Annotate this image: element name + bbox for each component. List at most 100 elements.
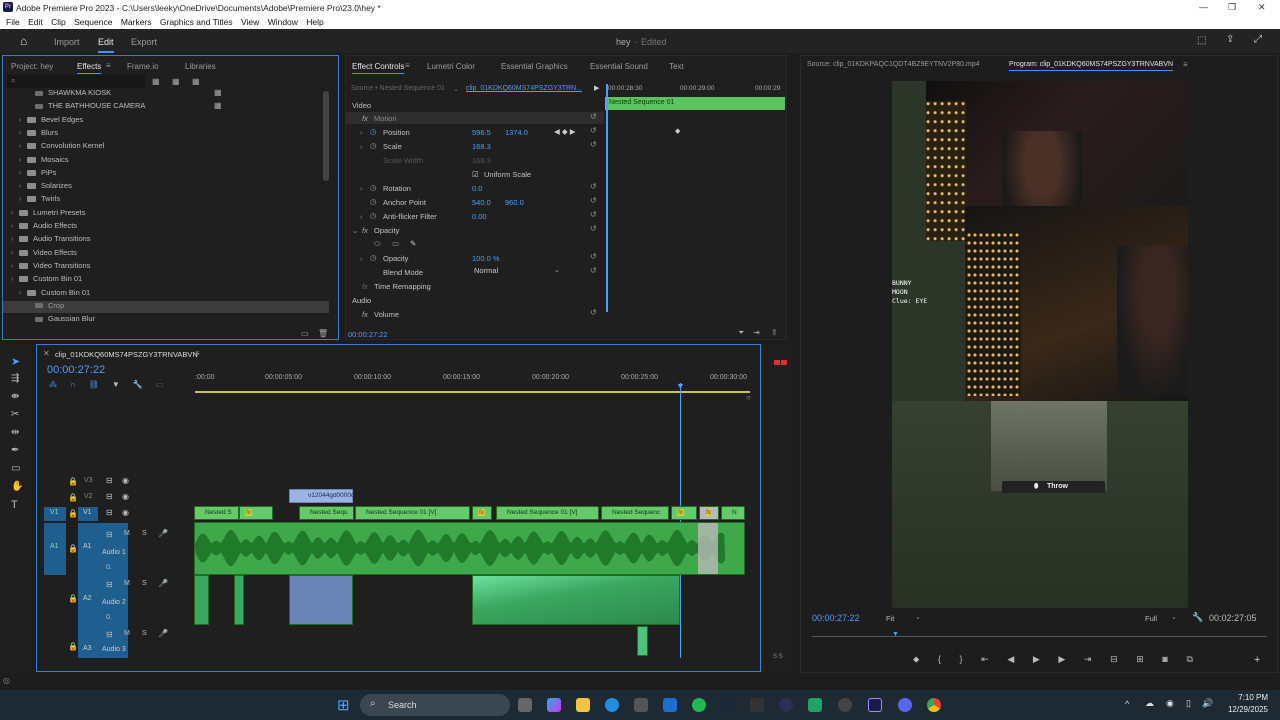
effects-scrollbar[interactable] [323, 91, 329, 181]
v1-clip[interactable]: Nested S [194, 506, 239, 520]
lock-icon[interactable]: 🔒 [68, 509, 78, 518]
excel-icon[interactable] [808, 698, 822, 712]
position-y-value[interactable]: 1374.0 [505, 128, 528, 137]
windows-start-icon[interactable]: ⊞ [337, 696, 350, 714]
mask-pen-icon[interactable]: ✎ [410, 239, 416, 248]
tab-frameio[interactable]: Frame.io [127, 62, 159, 71]
tray-app-icon[interactable]: ◉ [1166, 698, 1174, 709]
a1-clip[interactable] [194, 522, 745, 575]
filter-icon[interactable]: ⏷ [738, 328, 744, 338]
store-icon[interactable] [634, 698, 648, 712]
sync-lock-icon[interactable]: ⊟ [106, 492, 113, 501]
menu-view[interactable]: View [241, 17, 259, 27]
meter-solo-label[interactable]: S S [773, 654, 783, 660]
sync-lock-icon[interactable]: ⊟ [106, 530, 113, 539]
rotation-expand-icon[interactable]: › [360, 184, 363, 193]
program-video-frame[interactable]: BUNNY MOON Clue: EYE ⬮ Throw [892, 81, 1188, 608]
clip-selector[interactable]: clip_01KDKQ60MS74PSZGY3TRN... [466, 85, 582, 92]
tab-effects[interactable]: Effects [77, 62, 101, 71]
scale-stopwatch-icon[interactable]: ◷ [370, 141, 377, 150]
reset-icon[interactable]: ↺ [590, 308, 597, 317]
effects-tree-item[interactable]: › Lumetri Presets [3, 208, 329, 220]
quick-export-icon[interactable]: ⬚ [1197, 35, 1206, 46]
a2-clip-3[interactable] [289, 575, 353, 625]
rotation-stopwatch-icon[interactable]: ◷ [370, 183, 377, 192]
tab-text[interactable]: Text [669, 62, 684, 71]
antiflicker-value[interactable]: 0.00 [472, 212, 487, 221]
a2-clip-2[interactable] [234, 575, 244, 625]
new-bin-icon[interactable]: ▭ [301, 329, 309, 338]
hand-tool-icon[interactable]: ✋ [11, 481, 23, 492]
export-icon[interactable]: ⇪ [771, 328, 778, 337]
menu-edit[interactable]: Edit [28, 17, 43, 27]
file-explorer-icon[interactable] [576, 698, 590, 712]
tab-program[interactable]: Program: clip_01KDKQ60MS74PSZGY3TRNVABVN [1009, 61, 1173, 68]
a3-clip[interactable] [637, 626, 648, 656]
track-a2-volume[interactable]: 0. [106, 614, 112, 621]
32bit-effects-icon[interactable]: ▦ [172, 77, 180, 86]
network-icon[interactable]: ▯ [1186, 698, 1191, 709]
sequence-tab[interactable]: clip_01KDKQ60MS74PSZGY3TRNVABVN [55, 350, 198, 359]
close-icon[interactable]: ✕ [1258, 2, 1266, 13]
settings-wrench-icon[interactable]: 🔧 [133, 380, 143, 392]
mute-button[interactable]: M [124, 530, 130, 537]
outlook-icon[interactable] [663, 698, 677, 712]
close-tab-icon[interactable]: ✕ [43, 349, 50, 358]
position-stopwatch-icon[interactable]: ◷ [370, 127, 377, 136]
ec-menu-icon[interactable]: ≡ [405, 61, 410, 70]
source-selector[interactable]: Source • Nested Sequence 01 [351, 85, 445, 92]
eye-icon[interactable]: ◉ [122, 508, 129, 517]
add-marker-icon[interactable]: ⬥ [913, 654, 919, 668]
captions-icon[interactable]: ▭ [156, 380, 164, 392]
position-x-value[interactable]: 596.5 [472, 128, 491, 137]
tab-lumetri-color[interactable]: Lumetri Color [427, 62, 475, 71]
source-patch-v1[interactable]: V1 [44, 507, 66, 521]
reset-icon[interactable]: ↺ [590, 182, 597, 191]
tab-essential-graphics[interactable]: Essential Graphics [501, 62, 568, 71]
effects-tree-item[interactable]: › Custom Bin 01 [3, 274, 329, 286]
lock-icon[interactable]: 🔒 [68, 477, 78, 486]
source-dropdown-icon[interactable]: ⌄ [453, 85, 459, 93]
prev-keyframe-icon[interactable]: ◀ ◆ ▶ [554, 127, 575, 136]
v2-clip[interactable]: v12044gd0000c [289, 489, 354, 503]
mask-rect-icon[interactable]: ▭ [392, 239, 399, 248]
add-button-icon[interactable]: + [1254, 654, 1260, 666]
effects-tree-item[interactable]: Gaussian Blur [3, 314, 329, 326]
scale-value[interactable]: 168.3 [472, 142, 491, 151]
effects-tree-item[interactable]: THE BATHHOUSE CAMERA [3, 101, 329, 113]
wrench-icon[interactable]: 🔧 [1192, 612, 1203, 623]
minimize-icon[interactable]: — [1199, 2, 1208, 12]
effects-tree-item[interactable]: › PiPs [3, 168, 329, 180]
razor-tool-icon[interactable]: ✂ [11, 409, 19, 420]
ripple-edit-tool-icon[interactable]: ⇼ [11, 391, 19, 402]
panel-menu-icon[interactable]: ≡ [106, 61, 111, 70]
add-marker-icon[interactable]: ▼ [112, 380, 120, 392]
export-frame-icon[interactable]: ⇥ [753, 328, 760, 337]
effects-search-input[interactable]: ⌕ [7, 75, 145, 88]
rotation-value[interactable]: 0.0 [472, 184, 482, 193]
ec-clip-bar[interactable]: Nested Sequence 01 [605, 97, 785, 110]
program-timecode[interactable]: 00:00:27:22 [812, 613, 860, 623]
microphone-icon[interactable]: 🎤 [158, 529, 168, 538]
v1-clip[interactable]: Nested Sequenc [601, 506, 669, 520]
zoom-handle-icon[interactable]: ○ [746, 393, 751, 402]
slip-tool-icon[interactable]: ⇹ [11, 427, 19, 438]
solo-button[interactable]: S [142, 530, 147, 537]
lock-icon[interactable]: 🔒 [68, 493, 78, 502]
play-icon[interactable]: ▶ [594, 84, 599, 92]
delete-icon[interactable]: 🗑 [318, 329, 328, 338]
program-playhead-icon[interactable]: ▼ [892, 631, 899, 638]
step-forward-icon[interactable]: ▶ [1058, 654, 1065, 668]
tab-import[interactable]: Import [54, 37, 80, 47]
effects-tree-item[interactable]: SHAWKMA KIOSK [3, 88, 329, 100]
position-expand-icon[interactable]: › [360, 128, 363, 137]
quality-dropdown-icon[interactable]: ⌄ [1171, 613, 1177, 621]
reset-icon[interactable]: ↺ [590, 196, 597, 205]
menu-graphics[interactable]: Graphics and Titles [160, 17, 233, 27]
media-player-icon[interactable] [779, 698, 793, 712]
timeline-timecode[interactable]: 00:00:27:22 [47, 364, 105, 376]
reset-icon[interactable]: ↺ [590, 224, 597, 233]
a2-clip-1[interactable] [194, 575, 209, 625]
step-back-icon[interactable]: ◀ [1007, 654, 1014, 668]
v1-clip[interactable]: Nested Sequence 01 [V] [496, 506, 599, 520]
